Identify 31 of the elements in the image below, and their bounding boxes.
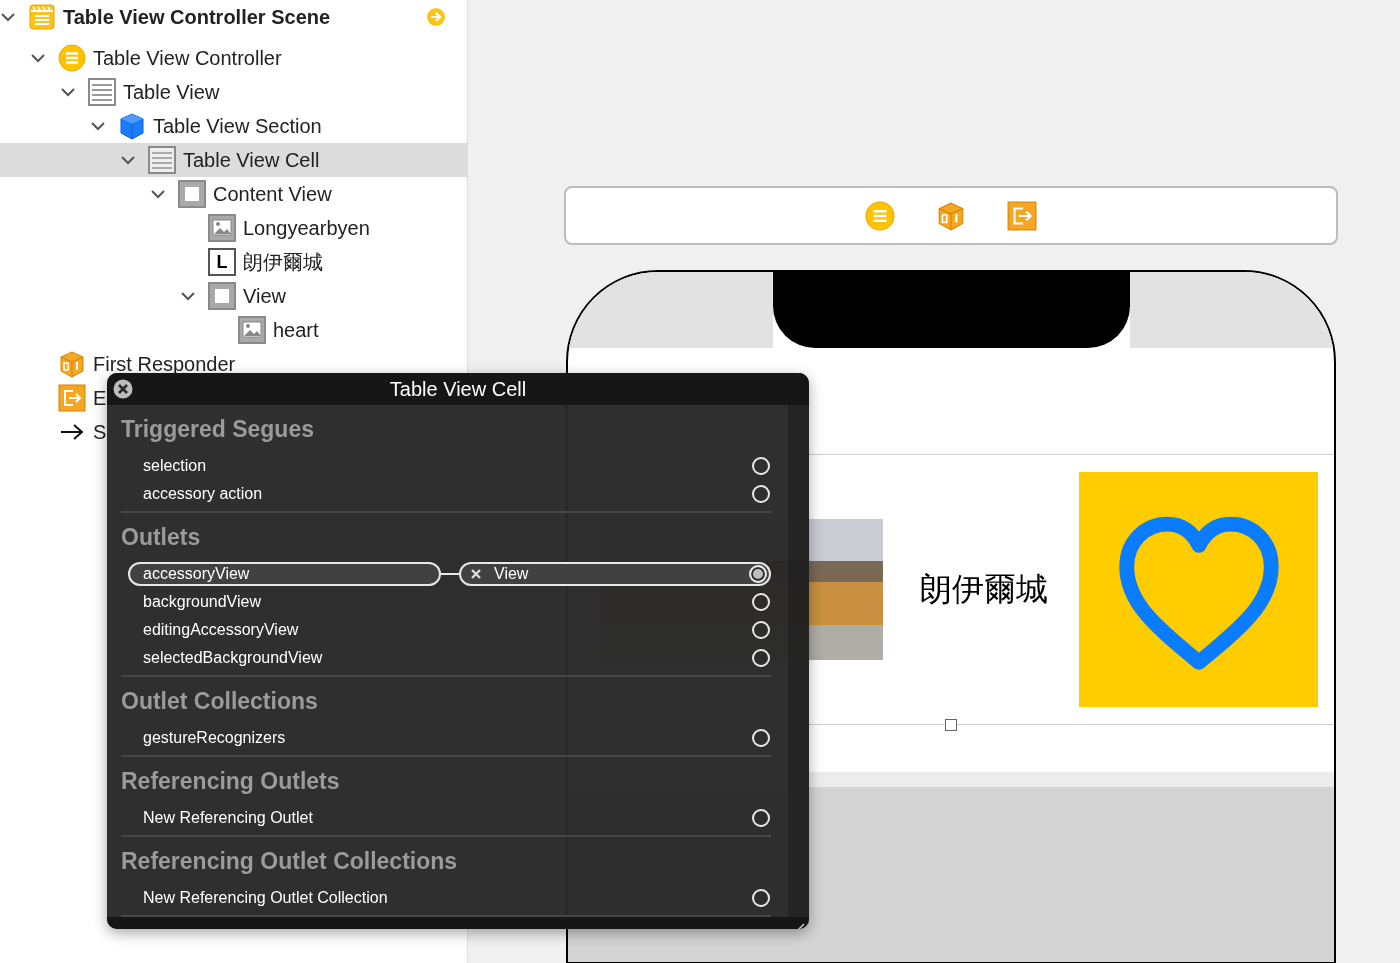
section-heading: Outlet Collections	[121, 688, 318, 714]
popover-title: Table View Cell	[389, 377, 527, 401]
section-heading: Referencing Outlet Collections	[121, 848, 458, 874]
outline-label: Content View	[213, 182, 332, 206]
outlet-pill: accessoryView	[128, 562, 441, 586]
label-icon: L	[208, 248, 236, 276]
outline-label: Longyearbyen	[243, 216, 370, 240]
section-heading: Referencing Outlets	[121, 768, 340, 794]
cell-title: 朗伊爾城	[920, 569, 1048, 609]
outline-label: Table View Controller	[93, 46, 282, 70]
target-label: View	[494, 565, 529, 583]
outline-label: First Responder	[93, 352, 236, 376]
outlet-label: gestureRecognizers	[143, 729, 286, 747]
outlet-label: New Referencing Outlet	[143, 809, 313, 827]
outline-label: 朗伊爾城	[243, 249, 323, 275]
outlet-label: backgroundView	[143, 593, 261, 611]
outlet-label: selectedBackgroundView	[143, 649, 323, 667]
outline-label: View	[243, 284, 286, 308]
outline-label: S	[93, 420, 107, 444]
outline-label: E	[93, 386, 107, 410]
outline-label: Table View Controller Scene	[63, 5, 331, 29]
outline-label: heart	[273, 318, 319, 342]
outline-label: Table View	[123, 80, 220, 104]
outlet-label: selection	[143, 457, 207, 475]
outlet-label: editingAccessoryView	[143, 621, 299, 639]
outlet-label: New Referencing Outlet Collection	[143, 889, 388, 907]
outline-label: Table View Section	[153, 114, 322, 138]
outlet-label: accessory action	[143, 485, 263, 503]
outline-label: Table View Cell	[183, 148, 320, 172]
section-heading: Outlets	[121, 524, 201, 550]
section-heading: Triggered Segues	[121, 416, 314, 442]
